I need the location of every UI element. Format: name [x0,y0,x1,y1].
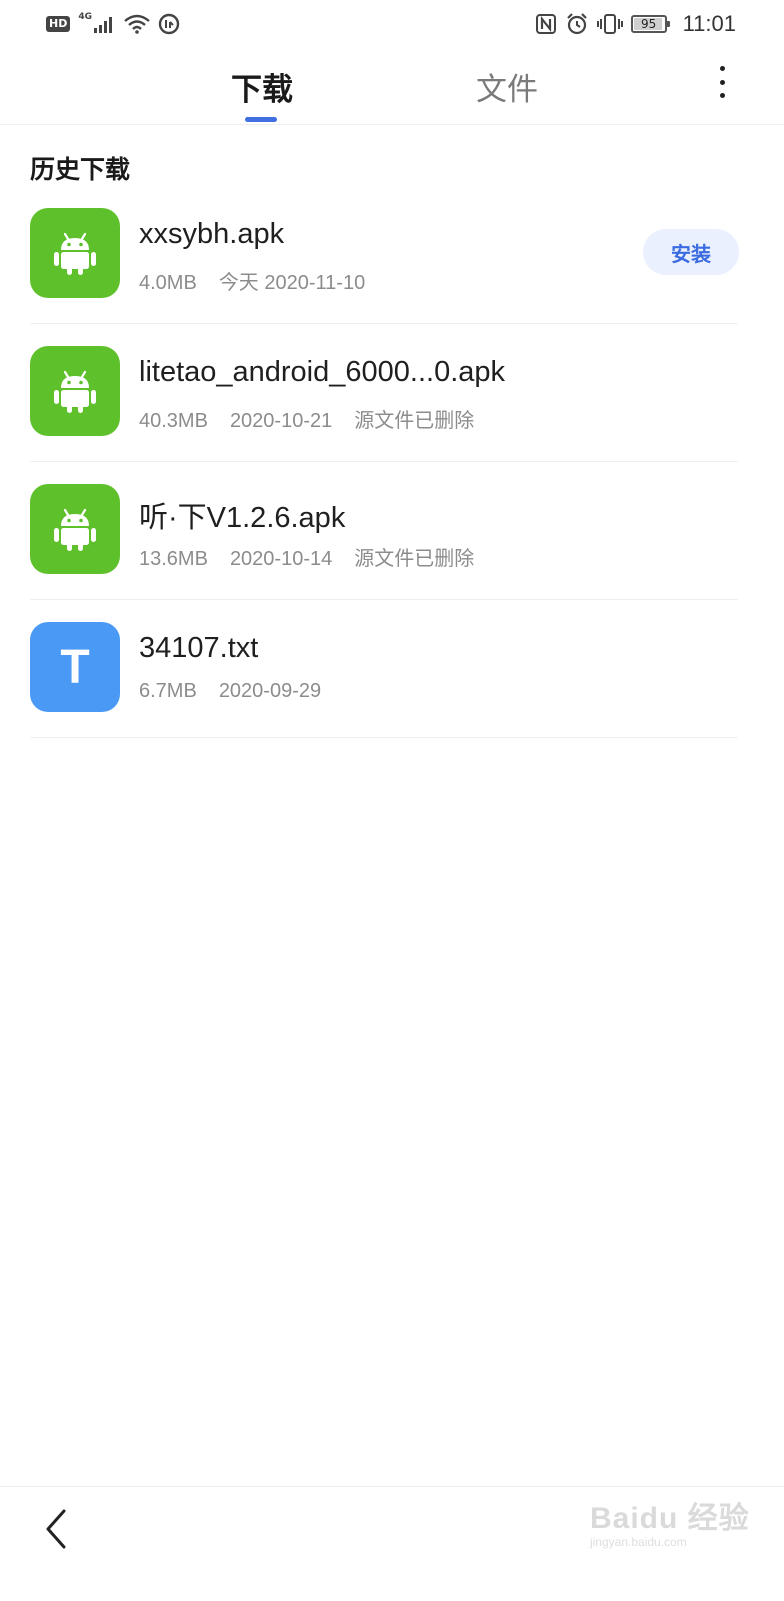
watermark: Baidu 经验 jingyan.baidu.com [590,1493,750,1549]
data-saver-icon [158,13,180,35]
list-item[interactable]: 听·下V1.2.6.apk 13.6MB 2020-10-14 源文件已删除 [0,462,784,600]
hd-icon: HD [46,16,71,32]
more-dot [719,93,725,98]
watermark-logo: Baidu 经验 [590,1502,750,1535]
status-time: 11:01 [682,11,736,36]
android-icon [30,208,120,298]
tab-bar: 下载 文件 [0,48,784,125]
list-item[interactable]: litetao_android_6000...0.apk 40.3MB 2020-… [0,324,784,462]
battery-icon: 95 [630,15,670,33]
install-button[interactable]: 安装 [643,229,739,275]
file-date: 2020-10-14 [229,548,333,570]
more-options-icon[interactable] [708,62,736,102]
vibrate-icon [596,13,623,35]
alarm-icon [565,12,589,36]
file-size: 4.0MB [139,272,197,294]
tab-files[interactable]: 文件 [476,64,538,109]
file-size: 6.7MB [139,680,197,702]
more-dot [719,66,725,71]
android-icon [30,484,120,574]
signal-icon [94,15,116,33]
file-date: 2020-09-29 [218,680,322,702]
file-status: 源文件已删除 [354,410,475,432]
file-meta: 4.0MB 今天 2020-11-10 [139,266,387,295]
file-name: xxsybh.apk [139,218,285,250]
more-dot [719,79,725,85]
status-bar: HD 4G 95 11:01 [0,0,784,48]
tab-download[interactable]: 下载 [231,64,293,109]
section-title: 历史下载 [30,155,131,184]
text-file-icon: T [30,622,120,712]
network-type-label: 4G [78,12,92,22]
file-name: litetao_android_6000...0.apk [139,356,506,388]
chevron-left-icon[interactable] [40,1507,76,1551]
text-file-letter: T [60,640,90,694]
status-left-icons: HD 4G [46,12,180,36]
divider [30,737,738,738]
file-name: 34107.txt [139,632,259,664]
battery-level: 95 [640,17,657,31]
wifi-icon [124,14,150,34]
nfc-icon [535,13,557,35]
status-right-icons: 95 11:01 [535,10,736,38]
file-date: 2020-10-21 [229,410,333,432]
bottom-navigation: Baidu 经验 jingyan.baidu.com [0,1486,784,1601]
file-name: 听·下V1.2.6.apk [139,502,346,534]
android-icon [30,346,120,436]
watermark-url: jingyan.baidu.com [590,1535,687,1549]
file-size: 40.3MB [139,410,208,432]
list-item[interactable]: xxsybh.apk 4.0MB 今天 2020-11-10 安装 [0,186,784,324]
file-meta: 40.3MB 2020-10-21 源文件已删除 [139,404,496,433]
file-meta: 6.7MB 2020-09-29 [139,680,343,703]
file-meta: 13.6MB 2020-10-14 源文件已删除 [139,542,496,571]
file-size: 13.6MB [139,548,208,570]
active-tab-indicator [245,117,277,122]
list-item[interactable]: T 34107.txt 6.7MB 2020-09-29 [0,600,784,738]
file-date: 今天 2020-11-10 [218,272,366,294]
download-list: xxsybh.apk 4.0MB 今天 2020-11-10 安装 litetao… [0,186,784,738]
file-status: 源文件已删除 [354,548,475,570]
